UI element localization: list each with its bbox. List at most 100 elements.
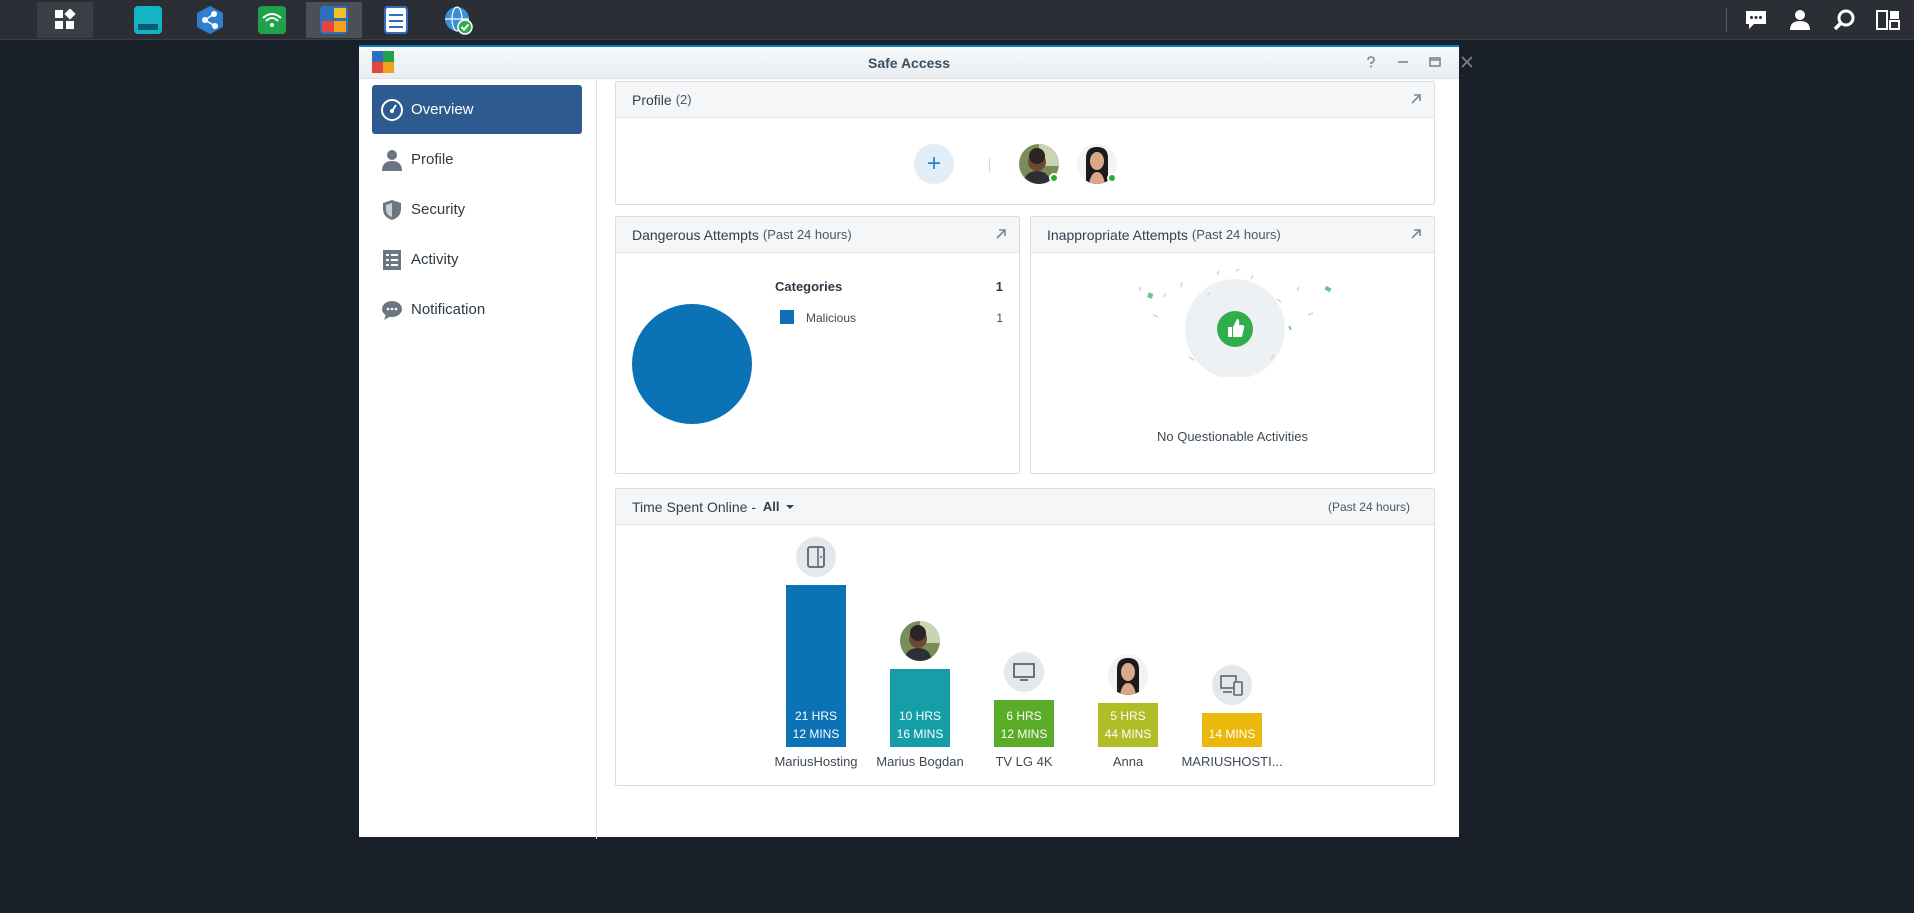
minimize-button[interactable] bbox=[1393, 53, 1413, 73]
sidebar-item-profile[interactable]: Profile bbox=[372, 135, 582, 184]
maximize-icon bbox=[1429, 57, 1441, 67]
maximize-button[interactable] bbox=[1425, 53, 1445, 73]
sidebar-item-label: Profile bbox=[411, 151, 454, 168]
minimize-icon bbox=[1398, 61, 1408, 63]
profile-avatar-anna[interactable] bbox=[1077, 144, 1117, 184]
sidebar-item-label: Activity bbox=[411, 251, 459, 268]
avatar bbox=[1108, 655, 1148, 696]
gauge-icon bbox=[380, 98, 404, 122]
sidebar-item-label: Security bbox=[411, 201, 466, 218]
bar-category-label: Marius Bogdan bbox=[876, 754, 964, 769]
widgets-button[interactable] bbox=[1868, 2, 1908, 38]
legend-label-malicious: Malicious bbox=[806, 311, 857, 325]
sidebar-item-label: Overview bbox=[411, 101, 474, 118]
dangerous-attempts-period: (Past 24 hours) bbox=[762, 227, 852, 242]
window-title: Safe Access bbox=[868, 55, 950, 71]
taskbar-app-web[interactable] bbox=[430, 2, 486, 38]
person-icon bbox=[380, 148, 404, 172]
log-icon bbox=[384, 6, 408, 34]
taskbar-app-safe-access[interactable] bbox=[306, 2, 362, 38]
time-spent-online-panel: Time Spent Online - All (Past 24 hours) … bbox=[615, 488, 1435, 786]
expand-icon[interactable] bbox=[995, 228, 1007, 240]
tv-icon bbox=[1004, 651, 1044, 692]
taskbar-app-network[interactable] bbox=[182, 2, 238, 38]
empty-state-text: No Questionable Activities bbox=[1156, 429, 1309, 444]
widgets-icon bbox=[1876, 10, 1900, 30]
pie-slice-malicious bbox=[632, 304, 752, 424]
window-titlebar[interactable]: Safe Access bbox=[359, 47, 1473, 79]
profile-count: (2) bbox=[675, 92, 692, 107]
expand-icon[interactable] bbox=[1410, 93, 1422, 105]
user-button[interactable] bbox=[1780, 2, 1820, 38]
bar-category-label: Anna bbox=[1112, 754, 1144, 769]
inappropriate-attempts-header: Inappropriate Attempts (Past 24 hours) bbox=[1031, 217, 1434, 253]
legend-value-malicious: 1 bbox=[996, 311, 1003, 325]
safe-access-icon bbox=[320, 6, 348, 34]
bar-value-label: 6 HRS 12 MINS bbox=[1000, 708, 1048, 741]
online-status-dot bbox=[1107, 173, 1117, 183]
chat-icon bbox=[380, 298, 404, 322]
help-icon bbox=[1367, 56, 1375, 68]
bar-value-label: 10 HRS 16 MINS bbox=[896, 708, 944, 741]
profile-panel: Profile (2) + bbox=[615, 81, 1435, 205]
bar-category-label: MARIUSHOSTI... bbox=[1181, 754, 1283, 769]
bar-2[interactable]: 6 HRS 12 MINS bbox=[994, 699, 1054, 747]
online-status-dot bbox=[1049, 173, 1059, 183]
dangerous-pie-chart bbox=[632, 304, 752, 424]
time-online-bar-chart: 21 HRS 12 MINS MariusHosting 10 HRS 16 MINS M… bbox=[616, 489, 1434, 785]
taskbar-app-wifi[interactable] bbox=[244, 2, 300, 38]
bar-value-label: 14 MINS bbox=[1208, 727, 1256, 741]
tablet-icon bbox=[796, 537, 836, 577]
add-profile-button[interactable]: + bbox=[914, 144, 954, 184]
dangerous-attempts-header: Dangerous Attempts (Past 24 hours) bbox=[616, 217, 1019, 253]
profile-separator bbox=[989, 158, 990, 172]
bar-category-label: TV LG 4K bbox=[995, 754, 1053, 769]
bar-3[interactable]: 5 HRS 44 MINS bbox=[1098, 703, 1158, 747]
legend-swatch-malicious bbox=[780, 310, 794, 324]
bar-category-label: MariusHosting bbox=[774, 754, 858, 769]
sidebar-item-security[interactable]: Security bbox=[372, 185, 582, 234]
search-button[interactable] bbox=[1824, 2, 1864, 38]
sidebar-item-overview[interactable]: Overview bbox=[372, 85, 582, 134]
bar-4[interactable]: 14 MINS bbox=[1202, 713, 1262, 747]
dangerous-attempts-title: Dangerous Attempts bbox=[632, 226, 759, 243]
bar-1[interactable]: 10 HRS 16 MINS bbox=[890, 668, 950, 747]
taskbar-separator bbox=[1726, 8, 1727, 32]
categories-label: Categories bbox=[775, 279, 843, 294]
devices-icon bbox=[1212, 665, 1252, 705]
list-icon bbox=[380, 248, 404, 272]
sidebar-item-activity[interactable]: Activity bbox=[372, 235, 582, 284]
safe-access-window: Safe Access Overview Profile Security Ac… bbox=[359, 45, 1473, 839]
console-icon bbox=[134, 6, 162, 34]
taskbar bbox=[0, 0, 1914, 40]
wifi-icon bbox=[258, 6, 286, 34]
help-button[interactable] bbox=[1361, 53, 1381, 73]
inappropriate-attempts-title: Inappropriate Attempts bbox=[1047, 226, 1188, 243]
profile-panel-title: Profile bbox=[632, 91, 672, 108]
chat-button[interactable] bbox=[1736, 2, 1776, 38]
avatar bbox=[900, 620, 940, 661]
bar-value-label: 21 HRS 12 MINS bbox=[792, 709, 840, 741]
user-icon bbox=[1790, 10, 1810, 30]
taskbar-app-log[interactable] bbox=[368, 2, 424, 38]
bar-value-label: 5 HRS 44 MINS bbox=[1104, 708, 1152, 741]
profile-panel-header: Profile (2) bbox=[616, 82, 1434, 118]
close-button[interactable] bbox=[1457, 53, 1477, 73]
no-activity-illustration bbox=[1138, 268, 1332, 377]
close-icon bbox=[1461, 56, 1473, 68]
sidebar: Overview Profile Security Activity Notif… bbox=[359, 79, 597, 839]
expand-icon[interactable] bbox=[1410, 228, 1422, 240]
globe-check-icon bbox=[445, 6, 473, 35]
categories-total: 1 bbox=[995, 279, 1003, 294]
bar-0[interactable]: 21 HRS 12 MINS bbox=[786, 585, 846, 747]
sidebar-item-label: Notification bbox=[411, 301, 486, 318]
taskbar-app-console[interactable] bbox=[120, 2, 176, 38]
grid-menu-icon bbox=[55, 9, 76, 29]
main-menu-button[interactable] bbox=[37, 2, 93, 38]
sidebar-item-notification[interactable]: Notification bbox=[372, 285, 582, 334]
profile-avatar-marius[interactable] bbox=[1019, 144, 1059, 184]
search-icon bbox=[1833, 9, 1855, 31]
shield-icon bbox=[380, 198, 404, 222]
dangerous-attempts-panel: Dangerous Attempts (Past 24 hours) Categ… bbox=[615, 216, 1020, 474]
inappropriate-attempts-period: (Past 24 hours) bbox=[1191, 227, 1281, 242]
